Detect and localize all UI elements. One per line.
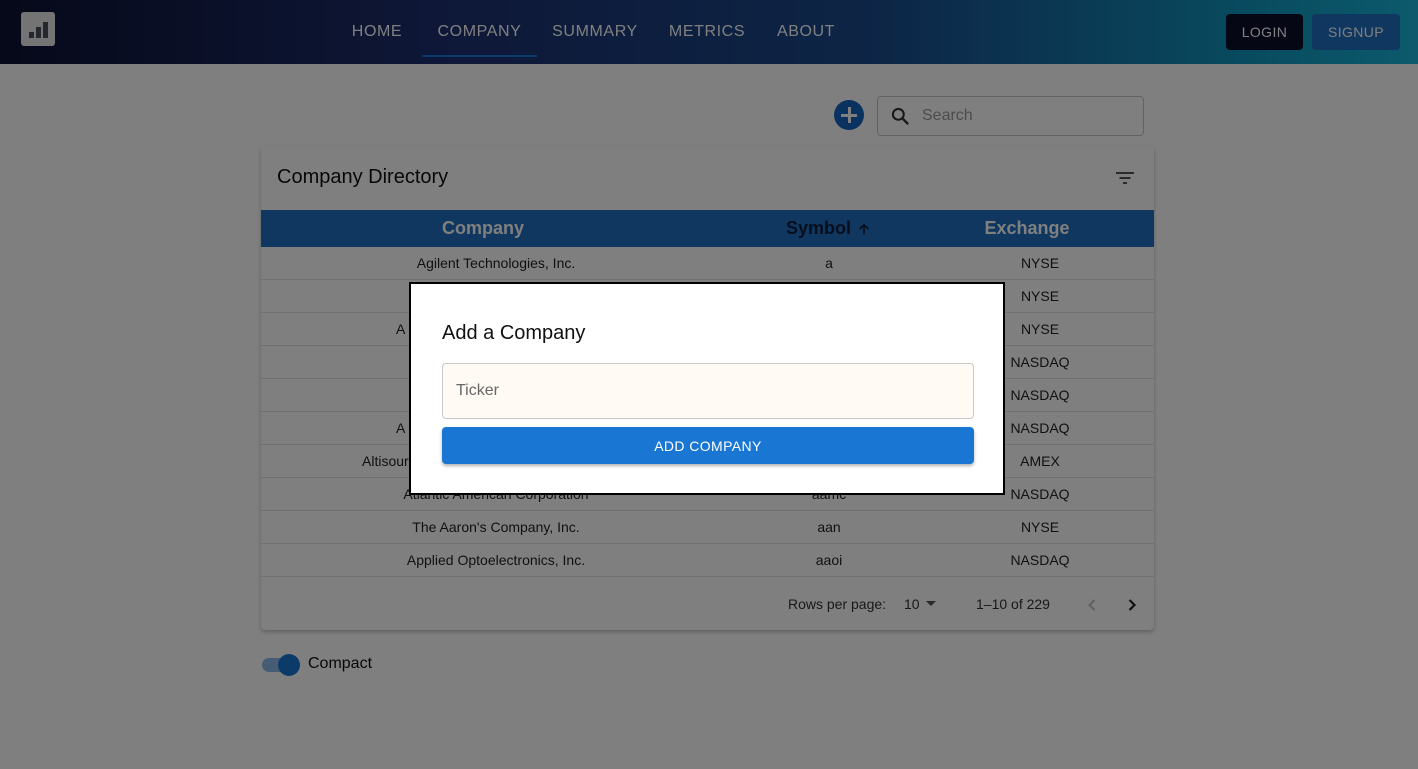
add-company-button[interactable]: ADD COMPANY [442,427,974,464]
dialog-title: Add a Company [442,322,586,344]
ticker-field[interactable] [442,363,974,419]
add-company-dialog: Add a Company ADD COMPANY [409,282,1005,495]
ticker-input[interactable] [443,364,973,418]
